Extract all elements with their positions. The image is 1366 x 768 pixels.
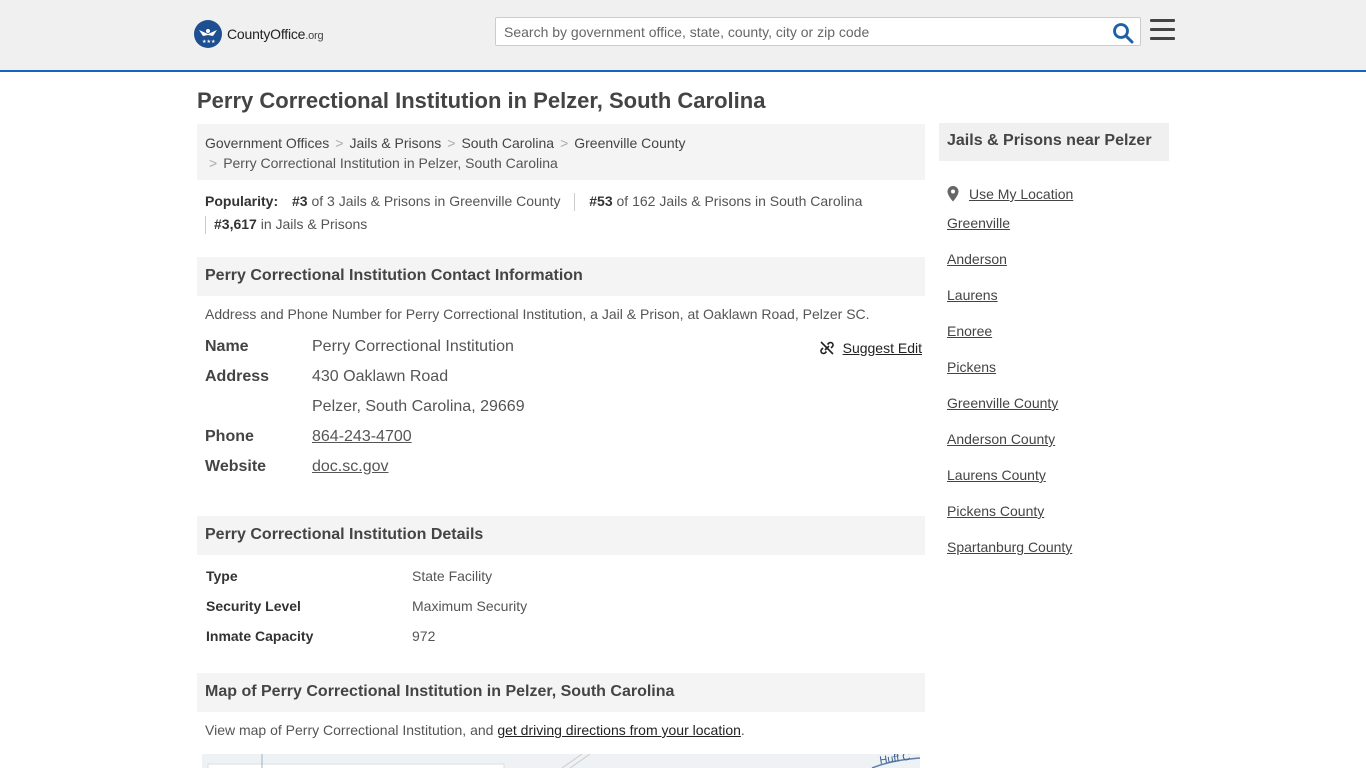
contact-description: Address and Phone Number for Perry Corre… [205, 306, 870, 322]
broken-link-icon [819, 341, 834, 355]
search-button[interactable] [1112, 22, 1134, 44]
search-input[interactable] [496, 18, 1096, 45]
detail-row: Security Level Maximum Security [205, 598, 925, 628]
detail-value: State Facility [412, 568, 493, 584]
phone-label: Phone [205, 428, 254, 445]
breadcrumb-separator: > [560, 135, 569, 151]
detail-label: Security Level [206, 598, 301, 614]
breadcrumb-link-south-carolina[interactable]: South Carolina [461, 135, 554, 151]
address-line2: Pelzer, South Carolina, 29669 [312, 398, 525, 415]
map-text: View map of Perry Correctional Instituti… [205, 722, 498, 738]
map-pin-icon [947, 186, 959, 202]
rank-text: in Jails & Prisons [256, 216, 368, 232]
address-line1: 430 Oaklawn Road [312, 368, 449, 385]
sidebar-link-enoree[interactable]: Enoree [947, 323, 992, 339]
website-link[interactable]: doc.sc.gov [312, 458, 388, 476]
detail-value: 972 [412, 628, 436, 644]
map-roads: Huff C [207, 754, 920, 768]
site-logo[interactable]: ★★★ CountyOffice.org [194, 20, 324, 48]
hamburger-menu-icon[interactable] [1150, 19, 1175, 41]
sidebar-link-pickens-county[interactable]: Pickens County [947, 503, 1044, 519]
breadcrumb-current: Perry Correctional Institution in Pelzer… [223, 155, 558, 171]
sidebar-link-spartanburg-county[interactable]: Spartanburg County [947, 539, 1072, 555]
rank-number: #3 [292, 193, 308, 209]
suggest-edit-label: Suggest Edit [842, 340, 922, 356]
search-icon [1113, 23, 1134, 44]
divider [574, 193, 576, 212]
sidebar-link-anderson-county[interactable]: Anderson County [947, 431, 1055, 447]
detail-row: Inmate Capacity 972 [205, 628, 925, 658]
rank-text: of 162 Jails & Prisons in South Carolina [612, 193, 863, 209]
logo-text: CountyOffice.org [227, 26, 324, 42]
website-label: Website [205, 458, 267, 475]
detail-row: Type State Facility [205, 568, 925, 598]
details-heading: Perry Correctional Institution Details [197, 516, 925, 555]
breadcrumb-separator: > [209, 155, 218, 171]
logo-tld: .org [305, 30, 324, 42]
eagle-logo-icon: ★★★ [194, 20, 222, 48]
popularity: Popularity: #3 of 3 Jails & Prisons in G… [205, 190, 925, 236]
details-table: Type State Facility Security Level Maxim… [205, 568, 925, 658]
popularity-label: Popularity: [205, 193, 279, 209]
map-text-suffix: . [740, 722, 745, 738]
sidebar-link-laurens-county[interactable]: Laurens County [947, 467, 1046, 483]
suggest-edit-link[interactable]: Suggest Edit [819, 340, 922, 356]
use-location-link[interactable]: Use My Location [969, 183, 1073, 205]
sidebar-link-pickens[interactable]: Pickens [947, 359, 996, 375]
popularity-state-rank: #53 of 162 Jails & Prisons in South Caro… [589, 193, 862, 209]
breadcrumb-link-government-offices[interactable]: Government Offices [205, 135, 329, 151]
top-bar: ★★★ CountyOffice.org [0, 0, 1366, 72]
rank-number: #53 [589, 193, 613, 209]
address-label: Address [205, 368, 270, 385]
name-value: Perry Correctional Institution [312, 338, 514, 355]
breadcrumb-link-greenville-county[interactable]: Greenville County [574, 135, 685, 151]
use-my-location[interactable]: Use My Location [947, 176, 1073, 212]
sidebar-heading: Jails & Prisons near Pelzer [939, 123, 1169, 161]
sidebar-list: Use My Location Greenville Anderson Laur… [947, 176, 1073, 572]
popularity-national-rank: #3,617 in Jails & Prisons [214, 216, 367, 232]
sidebar-link-greenville-county[interactable]: Greenville County [947, 395, 1058, 411]
detail-label: Inmate Capacity [206, 628, 314, 644]
driving-directions-link[interactable]: get driving directions from your locatio… [497, 722, 741, 738]
sidebar-link-laurens[interactable]: Laurens [947, 287, 998, 303]
sidebar-link-anderson[interactable]: Anderson [947, 251, 1007, 267]
detail-value: Maximum Security [412, 598, 528, 614]
contact-heading: Perry Correctional Institution Contact I… [197, 257, 925, 296]
sidebar-link-greenville[interactable]: Greenville [947, 215, 1010, 231]
road-label: Huff C [879, 754, 911, 767]
svg-text:★★★: ★★★ [202, 39, 216, 45]
detail-label: Type [206, 568, 238, 584]
map-heading: Map of Perry Correctional Institution in… [197, 673, 925, 712]
breadcrumb: Government Offices > Jails & Prisons > South… [197, 124, 925, 180]
breadcrumb-separator: > [335, 135, 344, 151]
breadcrumb-separator: > [447, 135, 456, 151]
rank-text: of 3 Jails & Prisons in Greenville Count… [307, 193, 561, 209]
search-box [495, 17, 1141, 46]
popularity-county-rank: #3 of 3 Jails & Prisons in Greenville Co… [292, 193, 560, 209]
map-description: View map of Perry Correctional Instituti… [205, 722, 745, 738]
logo-brand: CountyOffice [227, 26, 306, 42]
divider [205, 216, 206, 235]
contact-info: Name Perry Correctional Institution Sugg… [205, 338, 925, 488]
page-title: Perry Correctional Institution in Pelzer… [197, 88, 766, 113]
rank-number: #3,617 [214, 216, 257, 232]
name-label: Name [205, 338, 249, 355]
phone-link[interactable]: 864-243-4700 [312, 428, 412, 446]
breadcrumb-link-jails-prisons[interactable]: Jails & Prisons [349, 135, 441, 151]
map-preview[interactable]: Huff C [202, 754, 920, 768]
